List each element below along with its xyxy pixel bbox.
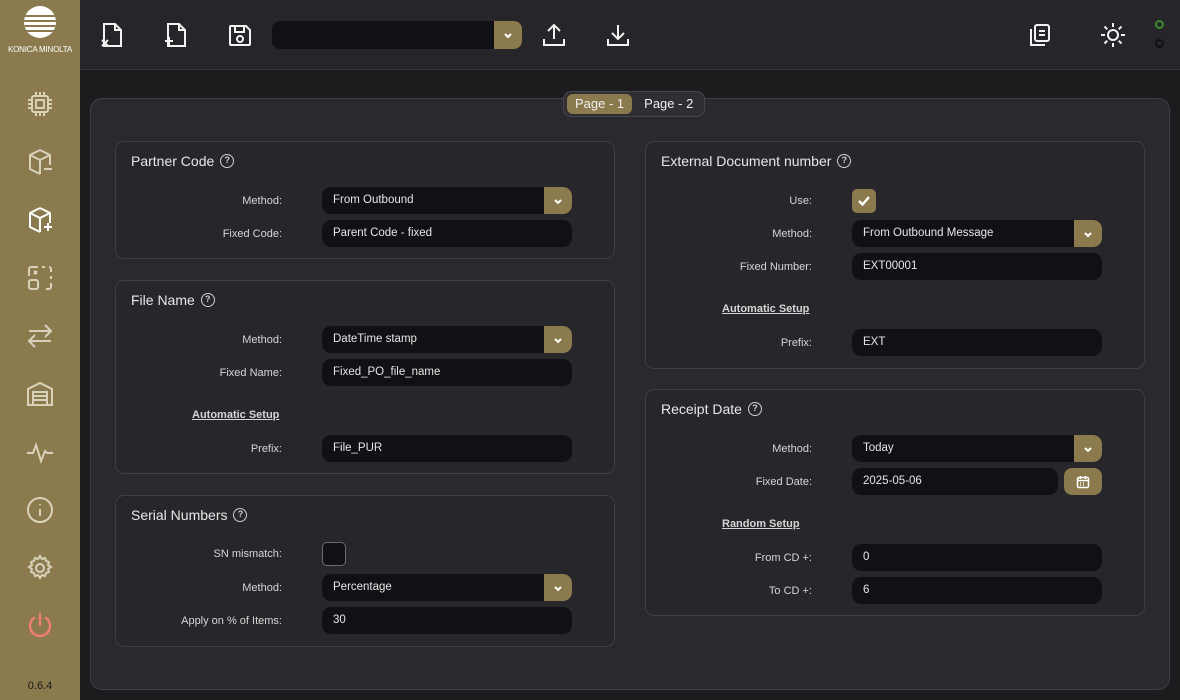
file-name-card: File Name? Method: DateTime stamp Fixed … bbox=[115, 280, 615, 474]
sn-method-select[interactable]: Percentage bbox=[322, 574, 572, 601]
from-cd-label: From CD +: bbox=[754, 552, 812, 564]
chevron-down-icon bbox=[1074, 220, 1102, 247]
download-button[interactable] bbox=[600, 17, 636, 53]
partner-method-select[interactable]: From Outbound bbox=[322, 187, 572, 214]
to-cd-input[interactable]: 6 bbox=[852, 577, 1102, 604]
apply-percent-input[interactable]: 30 bbox=[322, 607, 572, 634]
scan-frame-icon[interactable] bbox=[24, 262, 56, 294]
chevron-down-icon bbox=[494, 21, 522, 49]
ext-prefix-input[interactable]: EXT bbox=[852, 329, 1102, 356]
upload-button[interactable] bbox=[536, 17, 572, 53]
card-title: External Document number? bbox=[661, 153, 852, 169]
receipt-method-select[interactable]: Today bbox=[852, 435, 1102, 462]
fixed-code-label: Fixed Code: bbox=[222, 228, 282, 240]
app-window: KONICA MINOLTA 0.6.4 Page - 1 Page - 2 P… bbox=[0, 0, 1180, 700]
help-icon[interactable]: ? bbox=[200, 293, 215, 307]
fixed-number-label: Fixed Number: bbox=[739, 261, 812, 273]
chevron-down-icon bbox=[544, 326, 572, 353]
help-icon[interactable]: ? bbox=[837, 154, 852, 168]
warehouse-icon[interactable] bbox=[24, 378, 56, 410]
check-icon bbox=[858, 196, 870, 207]
to-cd-label: To CD +: bbox=[768, 585, 812, 597]
new-file-button[interactable] bbox=[158, 17, 194, 53]
prefix-label: Prefix: bbox=[780, 337, 812, 349]
automatic-setup-link[interactable]: Automatic Setup bbox=[722, 303, 809, 315]
help-icon[interactable]: ? bbox=[233, 508, 248, 522]
version-label: 0.6.4 bbox=[27, 680, 53, 692]
package-add-icon[interactable] bbox=[24, 204, 56, 236]
package-remove-icon[interactable] bbox=[24, 146, 56, 178]
calendar-button[interactable] bbox=[1064, 468, 1102, 495]
file-prefix-input[interactable]: File_PUR bbox=[322, 435, 572, 462]
automatic-setup-link[interactable]: Automatic Setup bbox=[192, 409, 279, 421]
method-label: Method: bbox=[242, 582, 282, 594]
tab-page-1[interactable]: Page - 1 bbox=[567, 94, 633, 114]
fixed-name-input[interactable]: Fixed_PO_file_name bbox=[322, 359, 572, 386]
card-title: Partner Code? bbox=[131, 153, 235, 169]
chevron-down-icon bbox=[544, 574, 572, 601]
calendar-icon bbox=[1076, 475, 1090, 488]
activity-icon[interactable] bbox=[24, 436, 56, 468]
status-indicator-online bbox=[1155, 20, 1164, 29]
fixed-code-input[interactable]: Parent Code - fixed bbox=[322, 220, 572, 247]
theme-toggle-icon[interactable] bbox=[1095, 17, 1131, 53]
method-label: Method: bbox=[772, 228, 812, 240]
brand-logo: KONICA MINOLTA bbox=[0, 0, 80, 64]
logo-text: KONICA MINOLTA bbox=[7, 45, 73, 54]
gear-icon[interactable] bbox=[24, 552, 56, 584]
card-title: File Name? bbox=[131, 292, 215, 308]
fixed-number-input[interactable]: EXT00001 bbox=[852, 253, 1102, 280]
close-file-button[interactable] bbox=[94, 17, 130, 53]
sn-mismatch-checkbox[interactable] bbox=[322, 542, 346, 566]
help-icon[interactable]: ? bbox=[220, 154, 235, 168]
tab-page-2[interactable]: Page - 2 bbox=[636, 94, 701, 114]
info-icon[interactable] bbox=[24, 494, 56, 526]
partner-code-card: Partner Code? Method: From Outbound Fixe… bbox=[115, 141, 615, 259]
sn-mismatch-label: SN mismatch: bbox=[213, 548, 282, 560]
chevron-down-icon bbox=[1074, 435, 1102, 462]
from-cd-input[interactable]: 0 bbox=[852, 544, 1102, 571]
use-checkbox[interactable] bbox=[852, 189, 876, 213]
receipt-date-card: Receipt Date? Method: Today Fixed Date: … bbox=[645, 389, 1145, 616]
method-label: Method: bbox=[772, 443, 812, 455]
settings-panel: Page - 1 Page - 2 Partner Code? Method: … bbox=[90, 91, 1170, 690]
fixed-date-input[interactable]: 2025-05-06 bbox=[852, 468, 1058, 495]
use-label: Use: bbox=[789, 195, 812, 207]
random-setup-link[interactable]: Random Setup bbox=[722, 518, 800, 530]
arrows-exchange-icon[interactable] bbox=[24, 320, 56, 352]
chevron-down-icon bbox=[544, 187, 572, 214]
copy-button[interactable] bbox=[1021, 17, 1057, 53]
card-title: Serial Numbers? bbox=[131, 507, 248, 523]
save-button[interactable] bbox=[222, 17, 258, 53]
external-document-card: External Document number? Use: Method: F… bbox=[645, 141, 1145, 369]
config-select[interactable] bbox=[272, 21, 522, 49]
sidebar: KONICA MINOLTA 0.6.4 bbox=[0, 0, 80, 700]
toolbar bbox=[80, 0, 1180, 70]
help-icon[interactable]: ? bbox=[747, 402, 762, 416]
card-title: Receipt Date? bbox=[661, 401, 762, 417]
file-method-select[interactable]: DateTime stamp bbox=[322, 326, 572, 353]
method-label: Method: bbox=[242, 195, 282, 207]
power-icon[interactable] bbox=[24, 610, 56, 642]
apply-percent-label: Apply on % of Items: bbox=[181, 615, 282, 627]
chip-icon[interactable] bbox=[24, 88, 56, 120]
serial-numbers-card: Serial Numbers? SN mismatch: Method: Per… bbox=[115, 495, 615, 647]
prefix-label: Prefix: bbox=[250, 443, 282, 455]
ext-method-select[interactable]: From Outbound Message bbox=[852, 220, 1102, 247]
status-indicator-offline bbox=[1155, 39, 1164, 48]
logo-mark-icon bbox=[24, 6, 56, 38]
fixed-name-label: Fixed Name: bbox=[219, 367, 282, 379]
fixed-date-label: Fixed Date: bbox=[755, 476, 812, 488]
method-label: Method: bbox=[242, 334, 282, 346]
page-switcher: Page - 1 Page - 2 bbox=[563, 91, 706, 117]
config-select-value bbox=[272, 28, 282, 42]
